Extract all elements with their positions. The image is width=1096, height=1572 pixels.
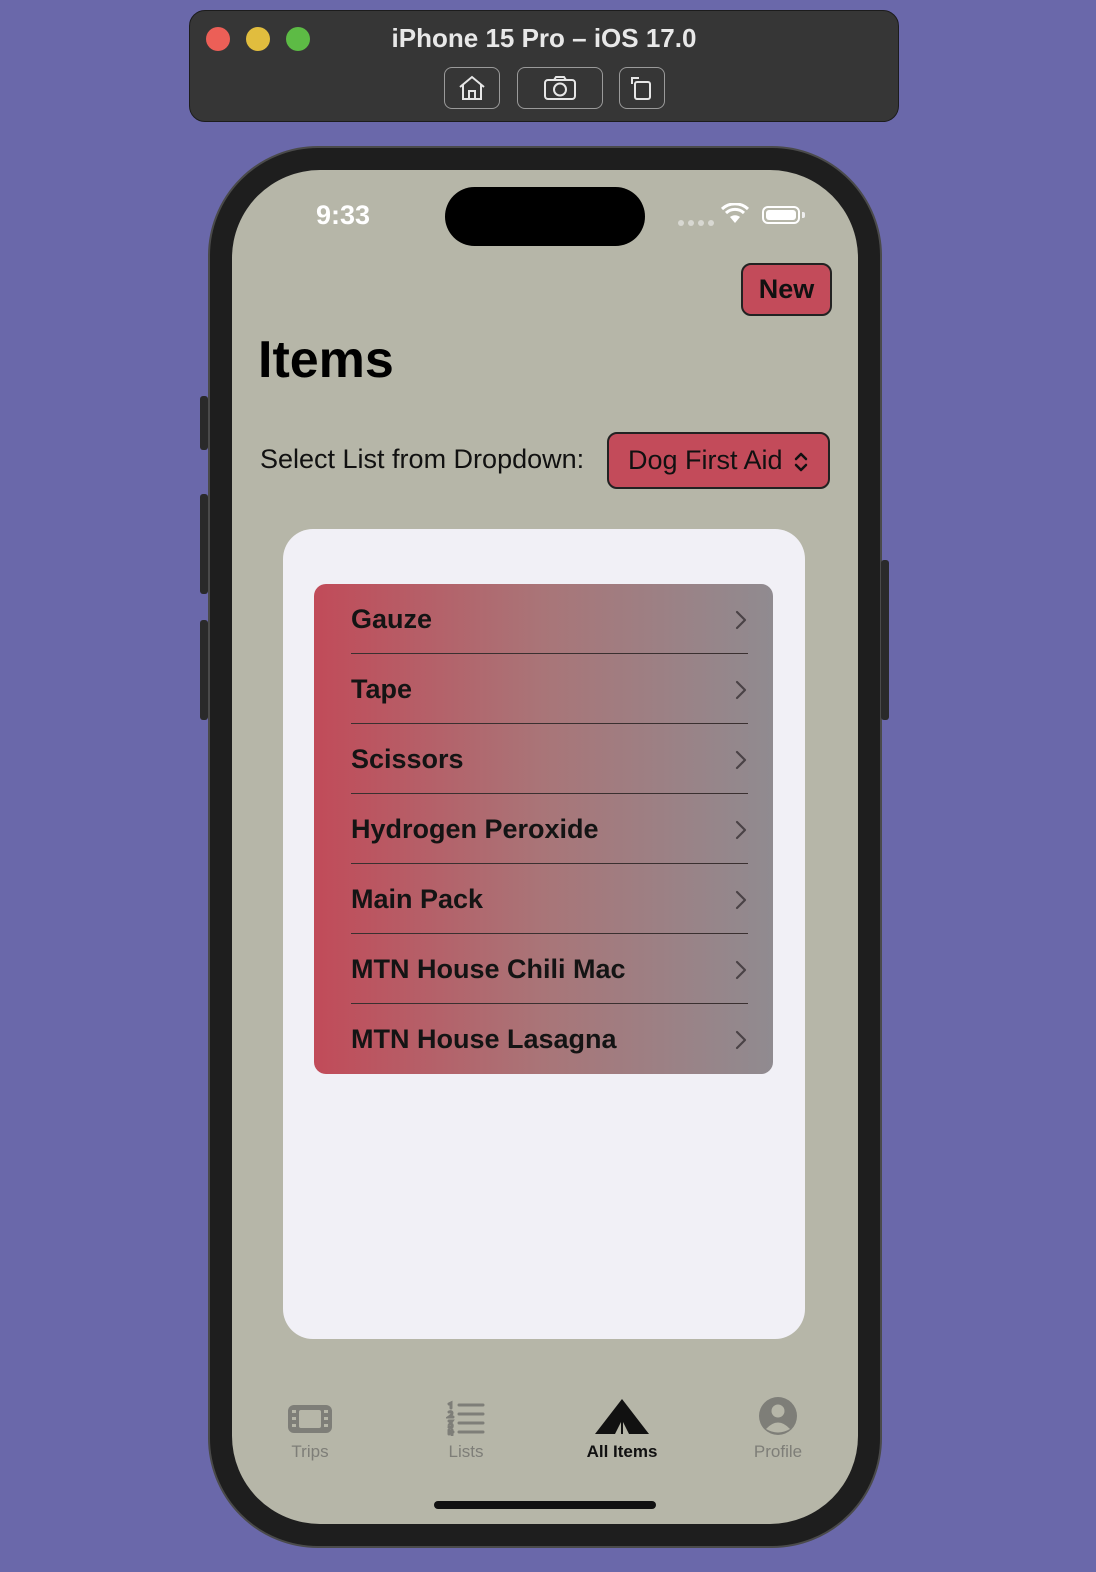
list-item[interactable]: Main Pack	[314, 864, 773, 934]
new-item-button[interactable]: New	[741, 263, 832, 316]
items-card: Gauze Tape Scissors Hydrogen Peroxide Main P…	[283, 529, 805, 1339]
home-button[interactable]	[444, 67, 500, 109]
item-label: Scissors	[351, 744, 464, 774]
tab-bar: Trips Lists All Items Profile	[232, 1390, 858, 1470]
simulator-title-bar: iPhone 15 Pro – iOS 17.0	[189, 10, 899, 122]
home-indicator[interactable]	[434, 1501, 656, 1509]
battery-icon	[762, 206, 800, 224]
person-circle-icon	[759, 1397, 797, 1435]
tab-label: Profile	[753, 1442, 803, 1461]
power-button	[881, 560, 889, 720]
rotate-icon	[631, 77, 651, 100]
tab-label: Lists	[448, 1442, 484, 1461]
chevron-up-down-icon	[794, 452, 808, 472]
tab-profile[interactable]: Profile	[718, 1390, 838, 1462]
rotate-button[interactable]	[619, 67, 665, 109]
home-icon	[459, 75, 485, 100]
battery-tip	[802, 212, 805, 218]
list-icon	[446, 1400, 485, 1436]
list-item[interactable]: Tape	[314, 654, 773, 724]
dropdown-value: Dog First Aid	[628, 445, 783, 475]
screenshot-button[interactable]	[517, 67, 603, 109]
page-title: Items	[258, 331, 394, 389]
phone-screen: 9:33 New Items Select List from Dropdown…	[232, 170, 858, 1524]
chevron-right-icon	[735, 1030, 747, 1050]
list-item[interactable]: MTN House Lasagna	[314, 1004, 773, 1074]
list-item[interactable]: Hydrogen Peroxide	[314, 794, 773, 864]
tab-all-items[interactable]: All Items	[562, 1390, 682, 1462]
screenshot-icon	[544, 76, 576, 100]
item-label: Main Pack	[351, 884, 484, 914]
chevron-right-icon	[735, 750, 747, 770]
list-dropdown[interactable]: Dog First Aid	[607, 432, 830, 489]
chevron-right-icon	[735, 610, 747, 630]
chevron-right-icon	[735, 680, 747, 700]
list-item[interactable]: Gauze	[314, 584, 773, 654]
tab-lists[interactable]: Lists	[406, 1390, 526, 1462]
action-button	[200, 396, 208, 450]
item-label: Hydrogen Peroxide	[351, 814, 599, 844]
film-icon	[288, 1405, 332, 1433]
simulator-title: iPhone 15 Pro – iOS 17.0	[391, 23, 697, 53]
chevron-right-icon	[735, 960, 747, 980]
cellular-signal-icon	[678, 220, 714, 226]
tent-icon	[595, 1399, 649, 1434]
item-label: Gauze	[351, 604, 433, 634]
list-item[interactable]: Scissors	[314, 724, 773, 794]
volume-down-button	[200, 620, 208, 720]
tab-trips[interactable]: Trips	[250, 1390, 370, 1462]
chevron-right-icon	[735, 890, 747, 910]
items-list: Gauze Tape Scissors Hydrogen Peroxide Main P…	[314, 584, 773, 1074]
select-list-label: Select List from Dropdown:	[260, 444, 585, 474]
status-time: 9:33	[316, 200, 371, 230]
tab-label: Trips	[291, 1442, 329, 1461]
chevron-right-icon	[735, 820, 747, 840]
tab-label: All Items	[586, 1442, 658, 1461]
dynamic-island	[445, 187, 645, 246]
list-item[interactable]: MTN House Chili Mac	[314, 934, 773, 1004]
item-label: MTN House Lasagna	[351, 1024, 617, 1054]
wifi-icon	[720, 203, 750, 223]
item-label: Tape	[351, 674, 413, 704]
volume-up-button	[200, 494, 208, 594]
item-label: MTN House Chili Mac	[351, 954, 626, 984]
